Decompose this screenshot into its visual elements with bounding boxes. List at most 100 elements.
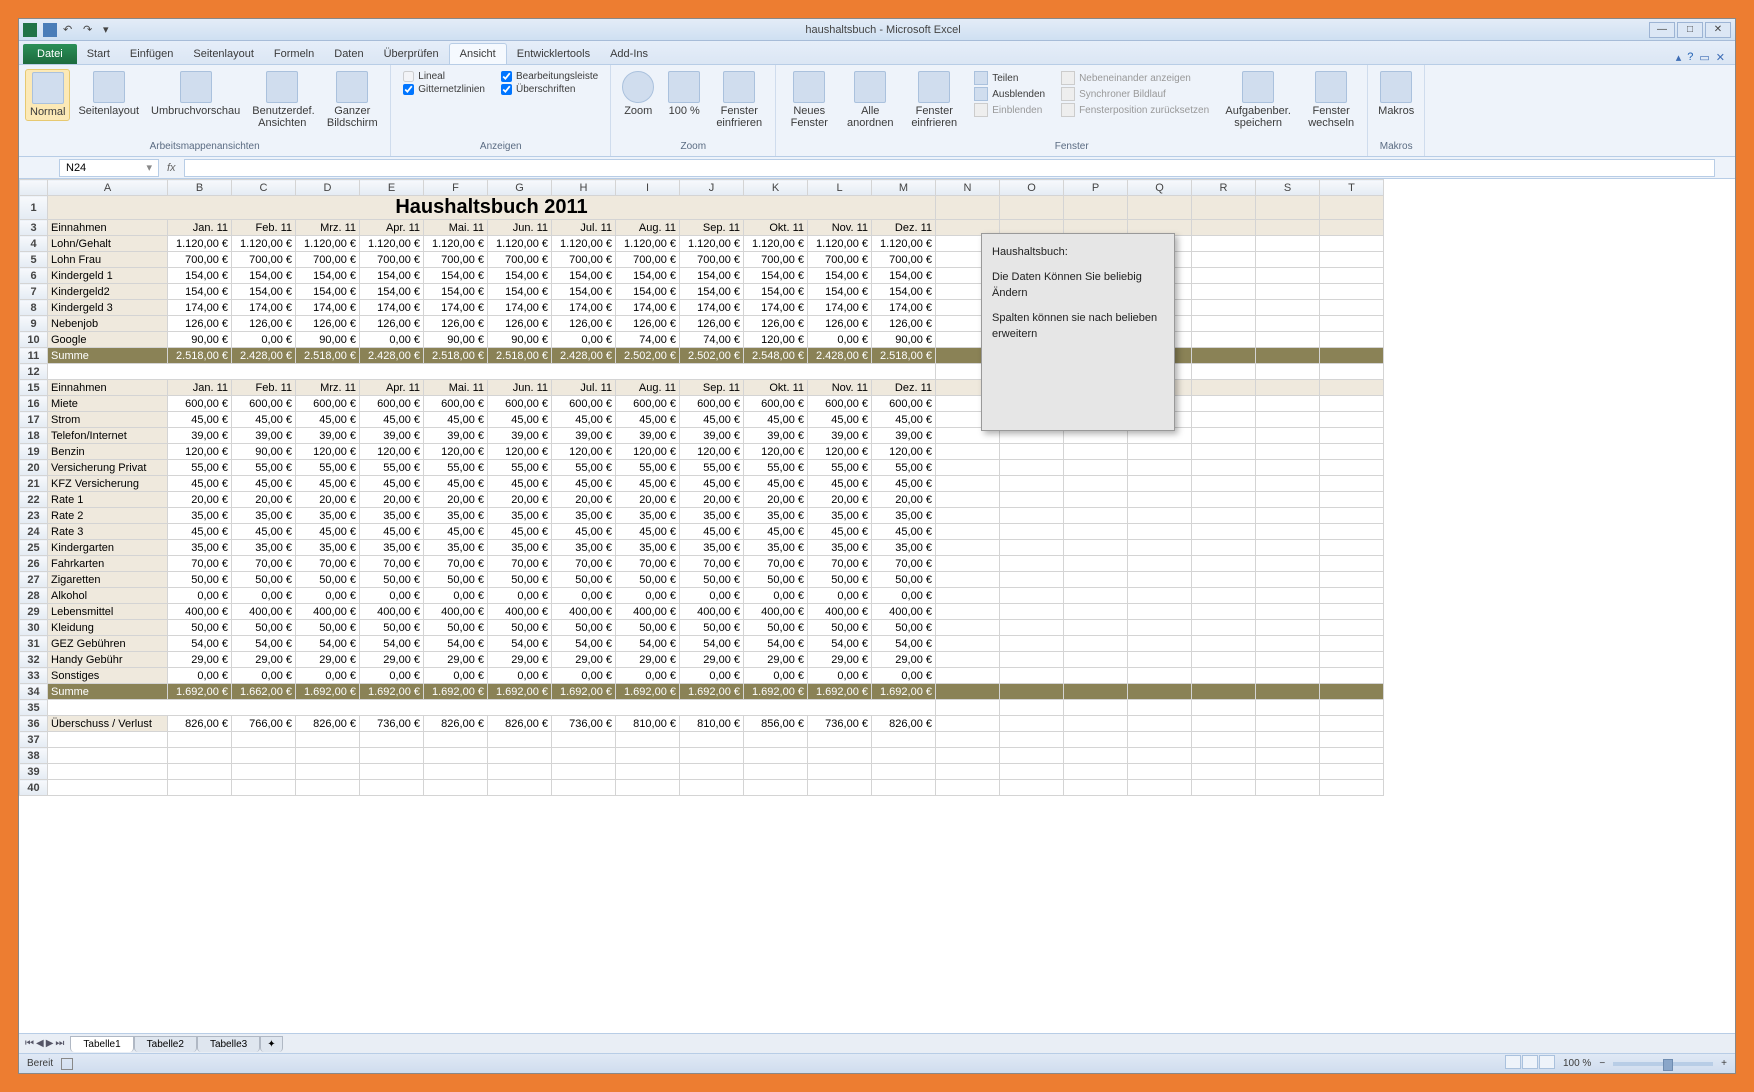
- cell[interactable]: [1192, 380, 1256, 396]
- cell[interactable]: [936, 652, 1000, 668]
- cell[interactable]: Mrz. 11: [296, 380, 360, 396]
- cell[interactable]: 50,00 €: [872, 620, 936, 636]
- col-header[interactable]: D: [296, 180, 360, 196]
- row-header[interactable]: 36: [20, 716, 48, 732]
- cell[interactable]: [808, 732, 872, 748]
- cell[interactable]: [1000, 492, 1064, 508]
- cell[interactable]: 2.518,00 €: [424, 348, 488, 364]
- cell[interactable]: [1000, 556, 1064, 572]
- row-header[interactable]: 5: [20, 252, 48, 268]
- cell[interactable]: [1256, 284, 1320, 300]
- cell[interactable]: [1192, 284, 1256, 300]
- cell[interactable]: [1128, 476, 1192, 492]
- cell[interactable]: 29,00 €: [168, 652, 232, 668]
- tab-daten[interactable]: Daten: [324, 44, 373, 64]
- cell[interactable]: 20,00 €: [232, 492, 296, 508]
- cell[interactable]: 45,00 €: [808, 524, 872, 540]
- cell[interactable]: [1320, 524, 1384, 540]
- help-icon[interactable]: ?: [1687, 51, 1693, 64]
- cell[interactable]: 35,00 €: [680, 508, 744, 524]
- cell[interactable]: Zigaretten: [48, 572, 168, 588]
- cell[interactable]: [1064, 492, 1128, 508]
- row-header[interactable]: 23: [20, 508, 48, 524]
- tab-entwicklertools[interactable]: Entwicklertools: [507, 44, 600, 64]
- cell[interactable]: 54,00 €: [808, 636, 872, 652]
- cell[interactable]: 0,00 €: [552, 668, 616, 684]
- tab-start[interactable]: Start: [77, 44, 120, 64]
- cell[interactable]: 600,00 €: [424, 396, 488, 412]
- cell[interactable]: 55,00 €: [488, 460, 552, 476]
- cell[interactable]: 120,00 €: [808, 444, 872, 460]
- col-header[interactable]: B: [168, 180, 232, 196]
- cell[interactable]: 826,00 €: [872, 716, 936, 732]
- cell[interactable]: 50,00 €: [552, 620, 616, 636]
- cell[interactable]: 35,00 €: [232, 540, 296, 556]
- cell[interactable]: 126,00 €: [488, 316, 552, 332]
- chk-bearbeitungsleiste[interactable]: Bearbeitungsleiste: [501, 71, 598, 82]
- cell[interactable]: Einnahmen: [48, 380, 168, 396]
- cell[interactable]: [1256, 732, 1320, 748]
- name-box[interactable]: N24▾: [59, 159, 159, 177]
- cell[interactable]: [168, 764, 232, 780]
- cell[interactable]: [616, 764, 680, 780]
- cell[interactable]: [1320, 236, 1384, 252]
- cell[interactable]: 45,00 €: [360, 524, 424, 540]
- cell[interactable]: 20,00 €: [872, 492, 936, 508]
- cell[interactable]: 826,00 €: [488, 716, 552, 732]
- cell[interactable]: [1256, 396, 1320, 412]
- cell[interactable]: 2.548,00 €: [744, 348, 808, 364]
- cell[interactable]: [616, 748, 680, 764]
- cell[interactable]: [552, 780, 616, 796]
- cell[interactable]: Kleidung: [48, 620, 168, 636]
- row-header[interactable]: 35: [20, 700, 48, 716]
- cell[interactable]: [1256, 508, 1320, 524]
- cell[interactable]: [48, 364, 936, 380]
- cell[interactable]: [1128, 748, 1192, 764]
- sheet-tab-2[interactable]: Tabelle2: [134, 1036, 197, 1052]
- cell[interactable]: 45,00 €: [232, 524, 296, 540]
- cell[interactable]: 0,00 €: [808, 668, 872, 684]
- col-header[interactable]: T: [1320, 180, 1384, 196]
- cell[interactable]: 50,00 €: [808, 620, 872, 636]
- cell[interactable]: 50,00 €: [872, 572, 936, 588]
- cell[interactable]: 2.518,00 €: [872, 348, 936, 364]
- cell[interactable]: [936, 556, 1000, 572]
- cell[interactable]: 35,00 €: [232, 508, 296, 524]
- cell[interactable]: 70,00 €: [808, 556, 872, 572]
- cell[interactable]: Jun. 11: [488, 380, 552, 396]
- cell[interactable]: [1128, 556, 1192, 572]
- cell[interactable]: 600,00 €: [552, 396, 616, 412]
- cell[interactable]: [1064, 556, 1128, 572]
- sheet-tab-3[interactable]: Tabelle3: [197, 1036, 260, 1052]
- cell[interactable]: Kindergarten: [48, 540, 168, 556]
- cell[interactable]: 55,00 €: [616, 460, 680, 476]
- cell[interactable]: [1000, 620, 1064, 636]
- cell[interactable]: 29,00 €: [872, 652, 936, 668]
- cell[interactable]: Handy Gebühr: [48, 652, 168, 668]
- cell[interactable]: [1320, 700, 1384, 716]
- cell[interactable]: [1192, 252, 1256, 268]
- cell[interactable]: [936, 604, 1000, 620]
- cell[interactable]: 90,00 €: [488, 332, 552, 348]
- cell[interactable]: 400,00 €: [680, 604, 744, 620]
- cell[interactable]: 50,00 €: [232, 620, 296, 636]
- cell[interactable]: Sonstiges: [48, 668, 168, 684]
- cell[interactable]: 126,00 €: [424, 316, 488, 332]
- cell[interactable]: [808, 764, 872, 780]
- cell[interactable]: 45,00 €: [680, 524, 744, 540]
- cell[interactable]: 126,00 €: [680, 316, 744, 332]
- cell[interactable]: [1192, 668, 1256, 684]
- btn-alle-anordnen[interactable]: Alle anordnen: [840, 69, 900, 131]
- cell[interactable]: Lohn/Gehalt: [48, 236, 168, 252]
- cell[interactable]: 174,00 €: [616, 300, 680, 316]
- cell[interactable]: 154,00 €: [552, 268, 616, 284]
- cell[interactable]: 154,00 €: [552, 284, 616, 300]
- cell[interactable]: [1320, 284, 1384, 300]
- cell[interactable]: 54,00 €: [360, 636, 424, 652]
- cell[interactable]: [1192, 524, 1256, 540]
- cell[interactable]: 39,00 €: [488, 428, 552, 444]
- cell[interactable]: 120,00 €: [360, 444, 424, 460]
- row-header[interactable]: 27: [20, 572, 48, 588]
- cell[interactable]: [808, 780, 872, 796]
- cell[interactable]: [744, 748, 808, 764]
